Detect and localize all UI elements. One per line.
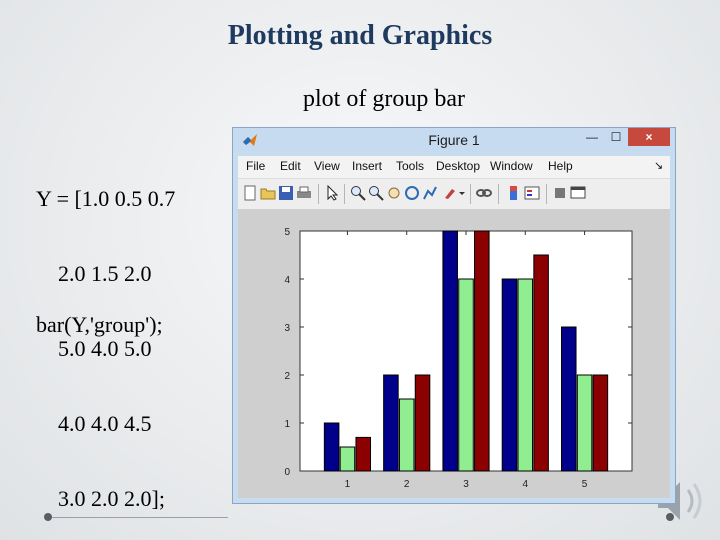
pan-icon[interactable] [386,185,402,201]
y-tick-label: 4 [284,275,290,286]
maximize-button[interactable]: ☐ [607,128,625,146]
colorbar-icon[interactable] [506,185,522,201]
x-tick-label: 2 [404,479,410,490]
bar [501,278,518,472]
show-plot-tools-icon[interactable] [570,185,586,201]
title-bar[interactable]: Figure 1 — ☐ × [233,128,675,152]
bar [458,278,474,472]
y-tick-label: 0 [284,467,290,478]
slide-title: Plotting and Graphics [227,20,493,51]
menu-view[interactable]: View [314,159,340,173]
toolbar [238,178,670,210]
bar [398,398,415,472]
code-line: 5.0 4.0 5.0 [36,336,152,361]
minimize-button[interactable]: — [583,128,601,146]
menu-window[interactable]: Window [490,159,533,173]
menu-help[interactable]: Help [548,159,573,173]
decor-line-left [48,517,228,518]
x-tick-label: 5 [582,479,588,490]
menu-insert[interactable]: Insert [352,159,382,173]
zoom-out-icon[interactable] [368,185,384,201]
data-cursor-icon[interactable] [422,185,438,201]
dock-icon[interactable]: ↘ [654,159,663,172]
toolbar-separator [470,184,471,204]
slide-subtitle: plot of group bar [303,86,465,112]
bar [323,422,340,472]
new-figure-icon[interactable] [242,185,258,201]
toolbar-separator [318,184,319,204]
brush-icon[interactable] [442,185,458,201]
zoom-in-icon[interactable] [350,185,366,201]
bar [533,254,549,472]
toolbar-separator [498,184,499,204]
x-tick-label: 3 [463,479,469,490]
chevron-down-icon[interactable] [458,185,466,201]
bar [442,230,458,472]
decor-dot-left [44,513,52,521]
menu-edit[interactable]: Edit [280,159,301,173]
bar [517,278,534,472]
code-line: 2.0 1.5 2.0 [36,261,152,286]
rotate-icon[interactable] [404,185,420,201]
x-tick-label: 1 [345,479,351,490]
code-line: 4.0 4.0 4.5 [36,411,152,436]
code-line: Y = [1.0 0.5 0.7 [36,186,176,211]
y-tick-label: 5 [284,227,290,238]
code-call: bar(Y,'group'); [36,312,163,337]
toolbar-separator [344,184,345,204]
figure-canvas: 0 1 2 3 4 5 1 2 3 4 5 [238,209,670,498]
menu-bar: File Edit View Insert Tools Desktop Wind… [238,156,670,178]
bar-chart[interactable]: 0 1 2 3 4 5 1 2 3 4 5 [238,209,670,498]
bar [414,374,431,472]
menu-file[interactable]: File [246,159,265,173]
figure-window[interactable]: Figure 1 — ☐ × File Edit View Insert Too… [232,127,676,504]
y-tick-label: 2 [284,371,290,382]
bar [560,326,577,472]
hide-plot-tools-icon[interactable] [552,185,568,201]
legend-icon[interactable] [524,185,540,201]
y-tick-label: 1 [284,419,290,430]
bar [474,230,490,472]
pointer-icon[interactable] [324,185,340,201]
close-button[interactable]: × [628,128,670,146]
bar [592,374,609,472]
bar [355,436,372,472]
code-line: 3.0 2.0 2.0]; [36,486,165,511]
open-file-icon[interactable] [260,185,276,201]
save-icon[interactable] [278,185,294,201]
link-plot-icon[interactable] [476,185,492,201]
bar [576,374,593,472]
menu-tools[interactable]: Tools [396,159,424,173]
menu-desktop[interactable]: Desktop [436,159,480,173]
print-icon[interactable] [296,185,312,201]
bar [383,374,399,472]
toolbar-separator [546,184,547,204]
bar [339,446,356,472]
y-tick-label: 3 [284,323,290,334]
x-tick-label: 4 [523,479,529,490]
